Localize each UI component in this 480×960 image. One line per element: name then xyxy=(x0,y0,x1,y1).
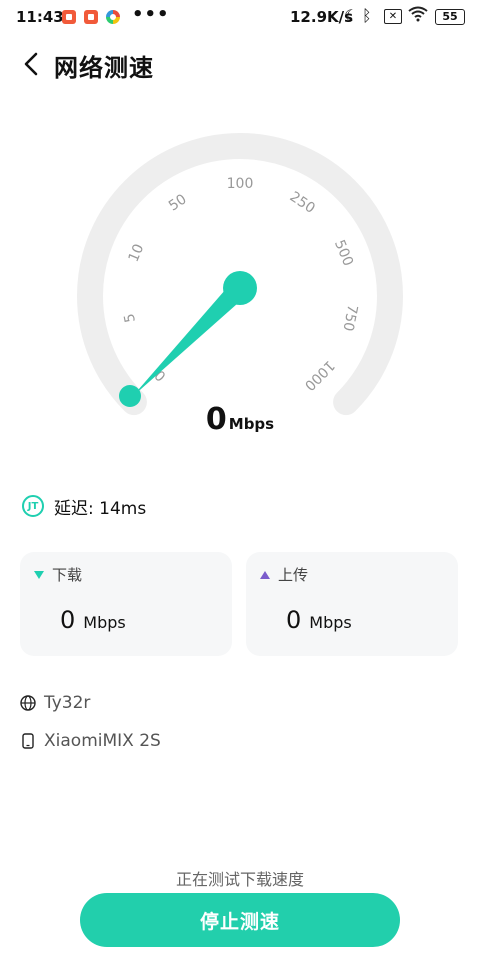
speed-value: 0 xyxy=(205,402,227,437)
page-title: 网络测速 xyxy=(54,54,154,82)
network-ssid-row: Ty32r xyxy=(20,693,90,713)
network-ssid: Ty32r xyxy=(44,693,91,713)
wifi-icon xyxy=(408,6,428,26)
gauge-tick-label: 50 xyxy=(166,191,190,214)
upload-card: 上传 0 Mbps xyxy=(246,552,458,656)
globe-icon xyxy=(20,695,36,711)
phone-icon xyxy=(22,733,34,749)
status-bar: 11:43 ••• 12.9K/s ☾ ᛒ ✕ 55 xyxy=(0,0,480,34)
speed-readout: 0 Mbps xyxy=(0,402,480,437)
upload-unit: Mbps xyxy=(309,613,352,632)
test-status-text: 正在测试下载速度 xyxy=(175,870,304,889)
gauge-tick-label: 1000 xyxy=(301,357,338,394)
download-arrow-icon xyxy=(34,570,44,579)
upload-value-row: 0 Mbps xyxy=(286,606,352,634)
bluetooth-icon: ᛒ xyxy=(362,6,372,25)
gauge-tick-label: 5 xyxy=(121,312,138,324)
download-label-row: 下载 xyxy=(34,564,82,585)
upload-label-row: 上传 xyxy=(260,564,308,585)
more-notifications-icon: ••• xyxy=(132,4,170,25)
device-name: XiaomiMIX 2S xyxy=(44,731,161,751)
download-card: 下载 0 Mbps xyxy=(20,552,232,656)
gauge-tick-label: 500 xyxy=(331,238,356,269)
app-notification-icon xyxy=(84,10,98,24)
download-unit: Mbps xyxy=(83,613,126,632)
latency-icon: JT xyxy=(22,495,44,517)
download-value-row: 0 Mbps xyxy=(60,606,126,634)
latency-label: 延迟: 14ms xyxy=(54,498,147,519)
device-row: XiaomiMIX 2S xyxy=(20,731,161,751)
gauge-tick-label: 100 xyxy=(227,176,254,192)
chevron-left-icon xyxy=(24,52,38,76)
sim-x-icon: ✕ xyxy=(384,9,402,24)
status-time: 11:43 xyxy=(16,8,64,26)
upload-arrow-icon xyxy=(260,570,270,579)
back-button[interactable] xyxy=(18,50,46,78)
gauge-tick-label: 10 xyxy=(126,242,148,265)
download-value: 0 xyxy=(60,606,76,634)
upload-value: 0 xyxy=(286,606,302,634)
speed-unit: Mbps xyxy=(228,415,275,433)
stop-test-button[interactable]: 停止测速 xyxy=(80,893,400,947)
upload-label: 上传 xyxy=(278,566,309,584)
gauge-needle-hub xyxy=(223,271,257,305)
gauge-tick-label: 750 xyxy=(339,303,360,332)
battery-indicator: 55 xyxy=(435,9,465,25)
gauge-tick-label: 250 xyxy=(287,189,318,217)
download-label: 下载 xyxy=(52,566,83,584)
colorwheel-icon xyxy=(106,10,120,24)
latency-row: JT 延迟: 14ms xyxy=(16,486,176,526)
app-notification-icon xyxy=(62,10,76,24)
moon-icon: ☾ xyxy=(344,6,359,25)
speed-gauge: 0510501002505007501000 xyxy=(77,133,403,416)
